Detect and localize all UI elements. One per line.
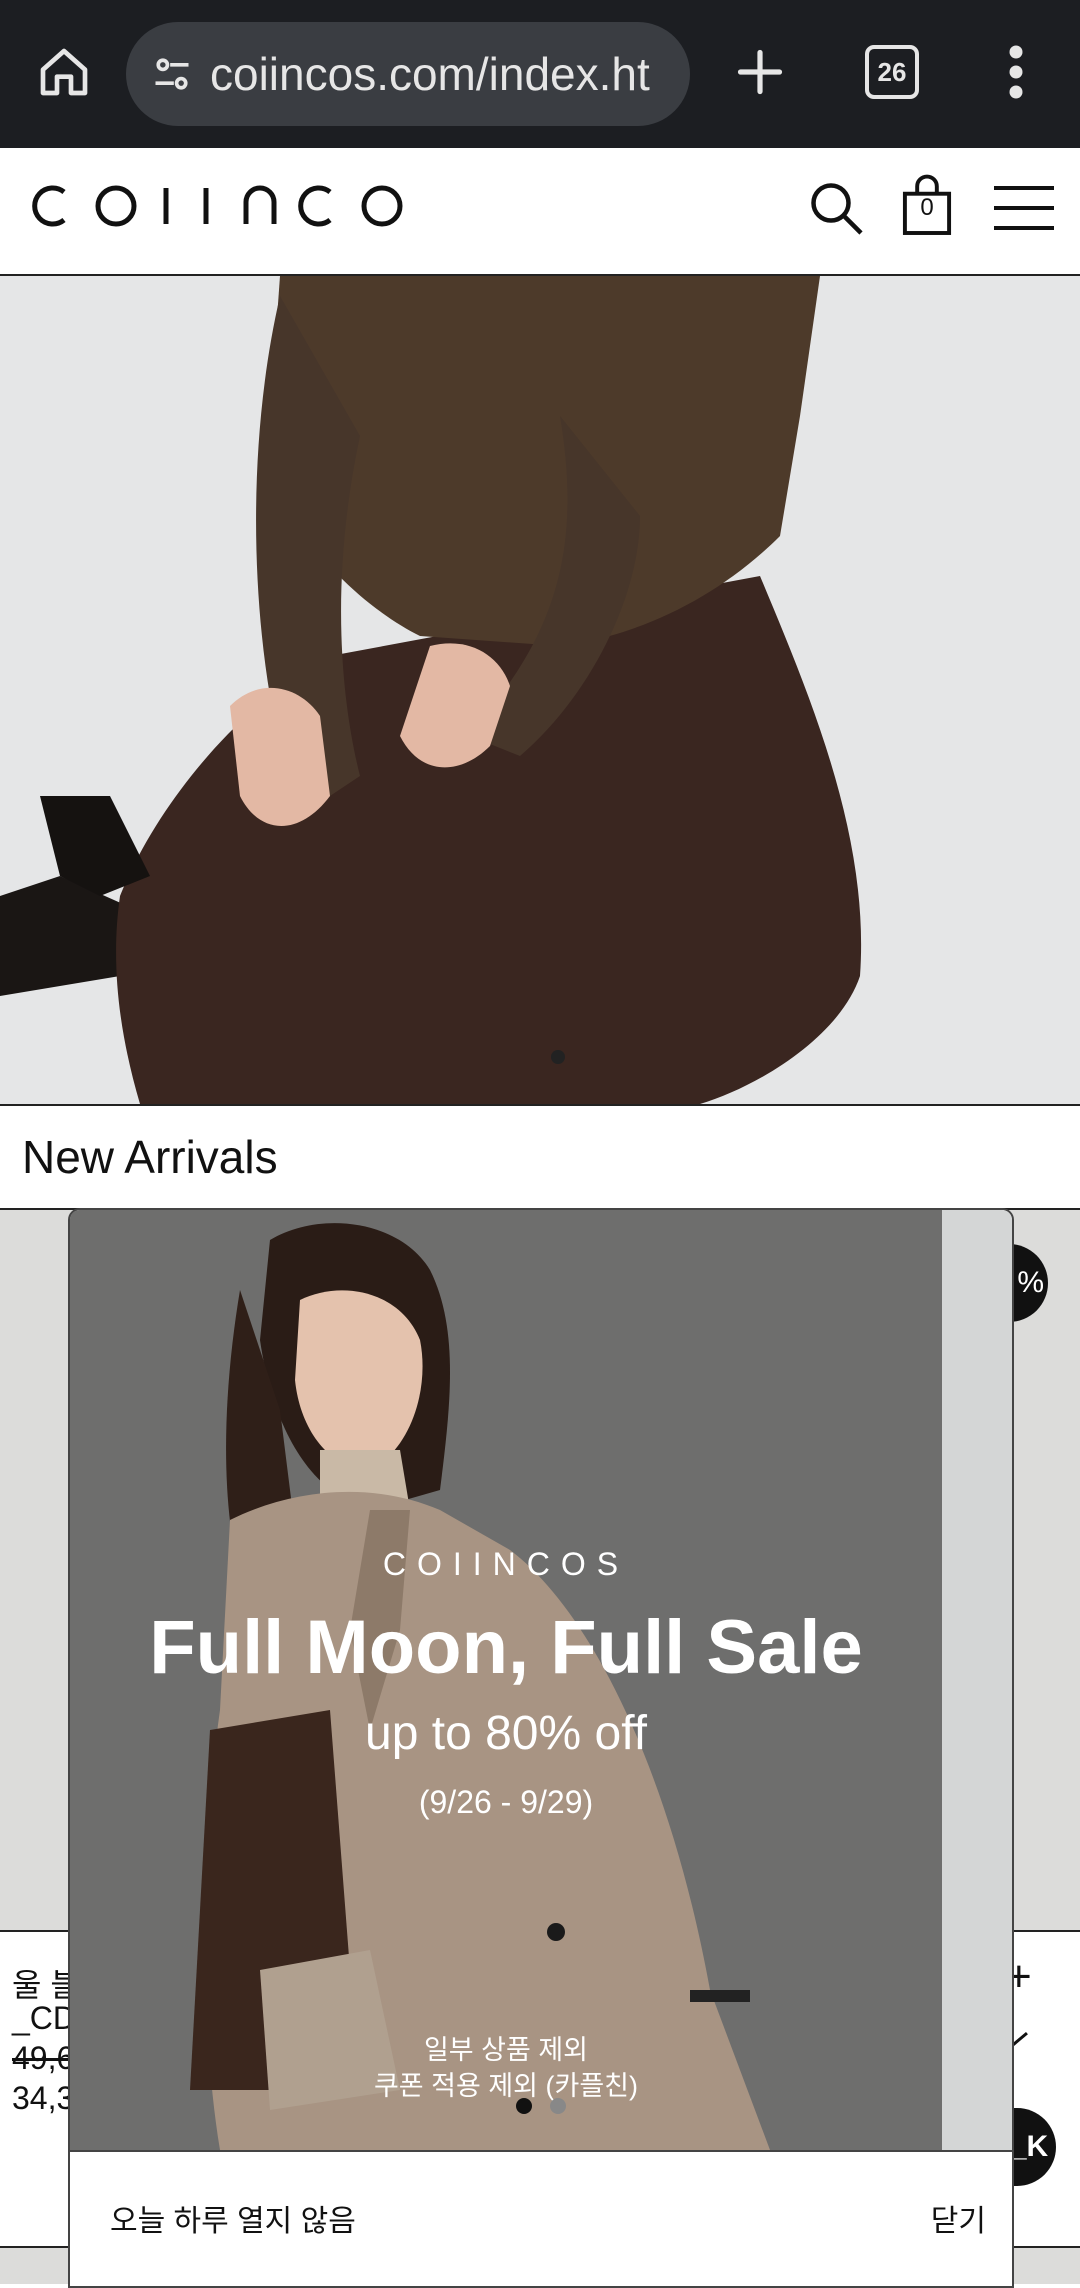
cart-count: 0: [920, 194, 934, 221]
popup-slide-dot-active[interactable]: [516, 2098, 532, 2114]
promo-logo: COIINCOS: [382, 1546, 630, 1582]
address-bar[interactable]: coiincos.com/index.ht: [126, 22, 690, 126]
tab-switcher-button[interactable]: 26: [850, 30, 934, 114]
promo-title: Full Moon, Full Sale: [149, 1605, 863, 1690]
new-tab-icon[interactable]: [718, 30, 802, 114]
popup-slide-dot[interactable]: [550, 2098, 566, 2114]
next-slide-peek[interactable]: [942, 1210, 1012, 2150]
promo-subtitle: up to 80% off: [365, 1707, 647, 1760]
popup-footer: 오늘 하루 열지 않음 닫기: [70, 2150, 1012, 2286]
promo-popup: COIINCOS Full Moon, Full Sale up to 80% …: [68, 1208, 1014, 2288]
search-icon[interactable]: [806, 178, 866, 238]
hero-banner[interactable]: [0, 276, 1080, 1106]
original-price: 49,6: [12, 2040, 75, 2076]
promo-note: 쿠폰 적용 제외 (카플친): [373, 2071, 639, 2101]
url-text: coiincos.com/index.ht: [210, 48, 650, 100]
site-header: 0: [0, 148, 1080, 276]
sale-price: 34,3: [12, 2080, 75, 2116]
hero-slide-indicator[interactable]: [551, 1050, 565, 1064]
dont-show-today-button[interactable]: 오늘 하루 열지 않음: [110, 2196, 356, 2240]
section-title: New Arrivals: [22, 1131, 278, 1183]
more-options-icon[interactable]: [986, 30, 1046, 114]
tab-count: 26: [865, 45, 919, 99]
hero-image: [0, 276, 1080, 1104]
promo-image[interactable]: COIINCOS Full Moon, Full Sale up to 80% …: [70, 1210, 942, 2150]
site-logo[interactable]: [24, 178, 424, 247]
close-button[interactable]: 닫기: [931, 2196, 986, 2240]
home-icon[interactable]: [22, 30, 106, 114]
menu-icon[interactable]: [994, 182, 1054, 234]
browser-toolbar: coiincos.com/index.ht 26: [0, 0, 1080, 148]
product-name-line2[interactable]: _CD: [12, 2000, 76, 2037]
promo-dates: (9/26 - 9/29): [418, 1784, 594, 1820]
promo-note: 일부 상품 제외: [423, 2035, 589, 2065]
cart-icon[interactable]: 0: [900, 174, 954, 238]
site-settings-icon[interactable]: [148, 50, 196, 98]
